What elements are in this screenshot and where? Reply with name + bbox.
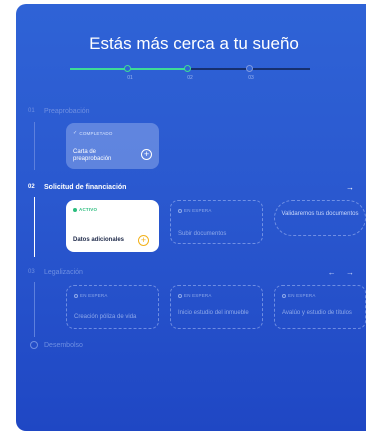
stage-connector [34, 282, 35, 337]
progress-tick: 03 [248, 75, 254, 81]
card-title: Creación póliza de vida [74, 314, 137, 320]
progress-step-dot [124, 65, 131, 72]
stage-label: Desembolso [44, 341, 83, 349]
plus-icon[interactable]: + [141, 149, 152, 160]
progress-step-dot [184, 65, 191, 72]
card-title: Datos adicionales [73, 237, 125, 243]
card-subir-documentos[interactable]: EN ESPERA Subir documentos [170, 200, 263, 244]
stage-connector-active [34, 197, 35, 257]
stage-label: Solicitud de financiación [44, 183, 127, 191]
card-title: Subir documentos [178, 231, 227, 237]
stage-label: Legalización [44, 268, 83, 276]
check-icon: ✓ [73, 130, 78, 136]
card-datos-adicionales[interactable]: ACTIVO Datos adicionales + [66, 200, 159, 252]
stage-label: Preaprobación [44, 107, 90, 115]
card-creacion-poliza[interactable]: EN ESPERA Creación póliza de vida [66, 285, 159, 329]
card-carta-preaprobacion[interactable]: ✓ COMPLETADO Carta de preaprobación + [66, 123, 159, 169]
stage-number: 03 [28, 269, 35, 275]
status-badge: EN ESPERA [282, 293, 316, 298]
stage-header-solicitud[interactable]: 02 Solicitud de financiación → [16, 180, 366, 194]
card-title: Avalúo y estudio de títulos [282, 310, 352, 316]
stage-header-legalizacion[interactable]: 03 Legalización ← → [16, 265, 366, 279]
card-validaremos-documentos[interactable]: Validaremos tus documentos [274, 200, 366, 236]
status-dot [73, 207, 77, 212]
stage-header-preaprobacion[interactable]: 01 Preaprobación [16, 104, 366, 118]
status-badge: ✓ COMPLETADO [73, 130, 113, 136]
arrow-right-icon[interactable]: → [346, 183, 358, 192]
stage-number: 02 [28, 184, 35, 190]
card-estudio-inmueble[interactable]: EN ESPERA Inicio estudio del inmueble [170, 285, 263, 329]
arrow-left-icon[interactable]: ← [328, 268, 340, 277]
arrow-right-icon[interactable]: → [346, 268, 358, 277]
stage-header-desembolso[interactable]: Desembolso [16, 338, 366, 352]
card-title: Carta de preaprobación [73, 149, 112, 162]
card-title: Validaremos tus documentos [281, 211, 359, 217]
status-badge: EN ESPERA [178, 293, 212, 298]
progress-step-dot [246, 65, 253, 72]
status-dot [282, 293, 286, 298]
card-avaluo-titulos[interactable]: EN ESPERA Avalúo y estudio de títulos [274, 285, 366, 329]
stage-connector [34, 122, 35, 170]
progress-tick: 02 [187, 75, 193, 81]
status-badge: ACTIVO [73, 207, 97, 212]
status-badge: EN ESPERA [178, 208, 212, 213]
progress-bar [70, 65, 310, 72]
card-title: Inicio estudio del inmueble [178, 310, 249, 316]
plus-icon[interactable]: + [138, 235, 149, 246]
page-title: Estás más cerca a tu sueño [89, 34, 299, 53]
status-badge: EN ESPERA [74, 293, 108, 298]
progress-tick: 01 [127, 75, 133, 81]
carousel-arrows[interactable]: ← → [328, 268, 358, 277]
app-screen: Estás más cerca a tu sueño 01 02 03 01 P… [16, 4, 366, 431]
status-dot [178, 208, 182, 213]
status-dot [178, 293, 182, 298]
stage-number: 01 [28, 108, 35, 114]
status-dot [74, 293, 78, 298]
